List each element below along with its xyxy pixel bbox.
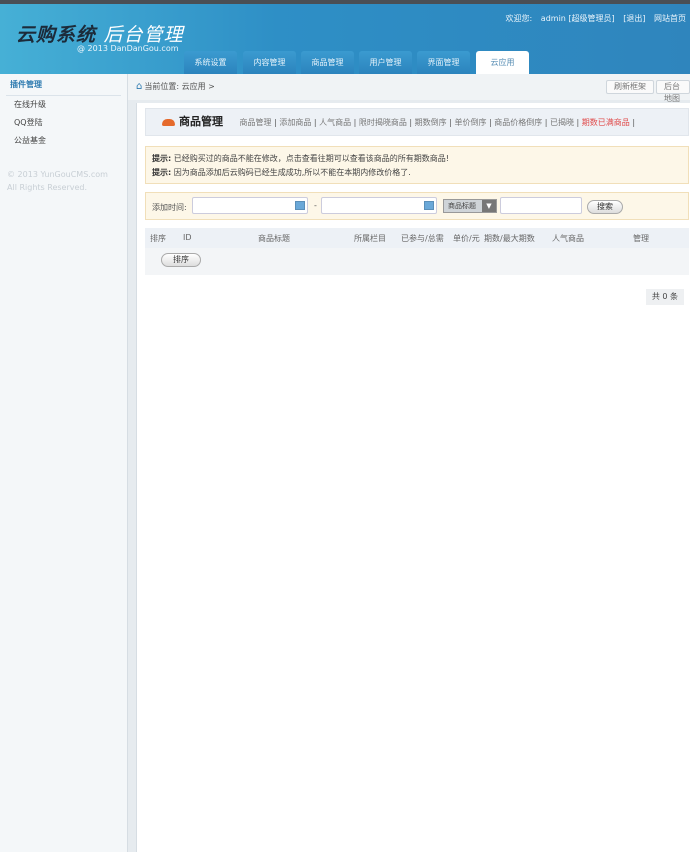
start-date-input[interactable] <box>192 197 308 214</box>
nav-link[interactable]: 添加商品 <box>279 118 311 127</box>
search-button[interactable]: 搜索 <box>587 200 623 214</box>
calendar-icon[interactable] <box>295 201 305 210</box>
tab-products[interactable]: 商品管理 <box>301 51 354 74</box>
content-panel: 商品管理 商品管理 | 添加商品 | 人气商品 | 限时揭晓商品 | 期数倒序 … <box>136 103 690 852</box>
nav-link-full-periods[interactable]: 期数已满商品 <box>582 118 630 127</box>
col-unit-price: 单价/元 <box>453 234 480 243</box>
sidebar-copyright: © 2013 YunGouCMS.com All Rights Reserved. <box>7 168 127 194</box>
logo-main: 云购系统 <box>16 24 97 46</box>
user-bar: 欢迎您: admin [超级管理员] [退出] 网站首页 <box>500 13 686 24</box>
end-date-input[interactable] <box>321 197 437 214</box>
col-title: 商品标题 <box>258 234 290 243</box>
tip-label: 提示: <box>152 168 172 177</box>
breadcrumb-bar: ⌂ 当前位置: 云应用 > 刷新框架 后台地图 <box>128 74 690 103</box>
logout-link[interactable]: [退出] <box>623 14 645 23</box>
breadcrumb-text: 当前位置: 云应用 > <box>144 82 215 91</box>
sidebar-title: 插件管理 <box>6 78 121 96</box>
col-periods: 期数/最大期数 <box>484 234 535 243</box>
chevron-down-icon: ▼ <box>482 200 496 212</box>
col-id: ID <box>183 233 192 242</box>
tab-cloud-apps[interactable]: 云应用 <box>476 51 529 75</box>
sidebar: 插件管理 在线升级 QQ登陆 公益基金 © 2013 YunGouCMS.com… <box>0 74 128 852</box>
total-count: 共 0 条 <box>645 289 684 305</box>
tab-system-settings[interactable]: 系统设置 <box>184 51 237 74</box>
calendar-icon[interactable] <box>424 201 434 210</box>
col-popular: 人气商品 <box>552 234 584 243</box>
welcome-label: 欢迎您: <box>505 14 533 23</box>
nav-link[interactable]: 商品价格倒序 <box>494 118 542 127</box>
panel-title: 商品管理 <box>179 115 223 128</box>
logo-copyright: @ 2013 DanDanGou.com <box>77 44 179 53</box>
nav-link[interactable]: 已揭晓 <box>550 118 574 127</box>
col-sort: 排序 <box>150 234 166 243</box>
site-home-link[interactable]: 网站首页 <box>654 14 686 23</box>
panel-title-bar: 商品管理 商品管理 | 添加商品 | 人气商品 | 限时揭晓商品 | 期数倒序 … <box>145 108 689 136</box>
copyright-line: © 2013 YunGouCMS.com <box>7 170 108 179</box>
tip-label: 提示: <box>152 154 172 163</box>
tip: 提示: 已经购买过的商品不能在修改，点击查看往期可以查看该商品的所有期数商品! <box>152 152 682 166</box>
col-category: 所属栏目 <box>354 234 386 243</box>
sidebar-item-charity[interactable]: 公益基金 <box>0 132 127 150</box>
nav-link[interactable]: 单价倒序 <box>454 118 486 127</box>
nav-link[interactable]: 期数倒序 <box>415 118 447 127</box>
nav-link[interactable]: 商品管理 <box>240 118 272 127</box>
header: 云购系统 后台管理 @ 2013 DanDanGou.com 欢迎您: admi… <box>0 4 690 75</box>
col-participation: 已参与/总需 <box>401 234 444 243</box>
sidebar-item-upgrade[interactable]: 在线升级 <box>0 96 127 114</box>
add-time-label: 添加时间: <box>152 203 187 212</box>
field-select-value: 商品标题 <box>448 202 476 210</box>
refresh-frame-button[interactable]: 刷新框架 <box>606 80 654 94</box>
tab-users[interactable]: 用户管理 <box>359 51 412 74</box>
tips-box: 提示: 已经购买过的商品不能在修改，点击查看往期可以查看该商品的所有期数商品! … <box>145 146 689 184</box>
field-select[interactable]: 商品标题 ▼ <box>443 199 497 213</box>
main: ⌂ 当前位置: 云应用 > 刷新框架 后台地图 商品管理 商品管理 | 添加商品 … <box>128 74 690 852</box>
table-body: 排序 <box>145 248 689 275</box>
sidebar-item-qq-login[interactable]: QQ登陆 <box>0 114 127 132</box>
nav-link[interactable]: 人气商品 <box>319 118 351 127</box>
backend-map-button[interactable]: 后台地图 <box>656 80 690 103</box>
tip: 提示: 因为商品添加后云购码已经生成成功,所以不能在本期内修改价格了. <box>152 166 682 180</box>
tab-content[interactable]: 内容管理 <box>243 51 296 74</box>
tip-text: 已经购买过的商品不能在修改，点击查看往期可以查看该商品的所有期数商品! <box>173 154 449 163</box>
tab-interface[interactable]: 界面管理 <box>417 51 470 74</box>
table-header: 排序 ID 商品标题 所属栏目 已参与/总需 单价/元 期数/最大期数 人气商品… <box>145 228 689 248</box>
tip-text: 因为商品添加后云购码已经生成成功,所以不能在本期内修改价格了. <box>173 168 411 177</box>
sort-button[interactable]: 排序 <box>161 253 201 267</box>
search-input[interactable] <box>500 197 582 214</box>
date-separator: - <box>314 201 317 210</box>
logo-sub: 后台管理 <box>103 24 184 46</box>
cloud-icon <box>162 119 175 126</box>
breadcrumb: ⌂ 当前位置: 云应用 > <box>136 81 215 92</box>
logo: 云购系统 后台管理 <box>16 20 184 47</box>
search-bar: 添加时间: - 商品标题 ▼ 搜索 <box>145 192 689 220</box>
nav-link[interactable]: 限时揭晓商品 <box>359 118 407 127</box>
rights-line: All Rights Reserved. <box>7 183 88 192</box>
home-icon[interactable]: ⌂ <box>136 81 142 92</box>
col-manage: 管理 <box>633 234 649 243</box>
user-name: admin [超级管理员] <box>540 14 615 23</box>
